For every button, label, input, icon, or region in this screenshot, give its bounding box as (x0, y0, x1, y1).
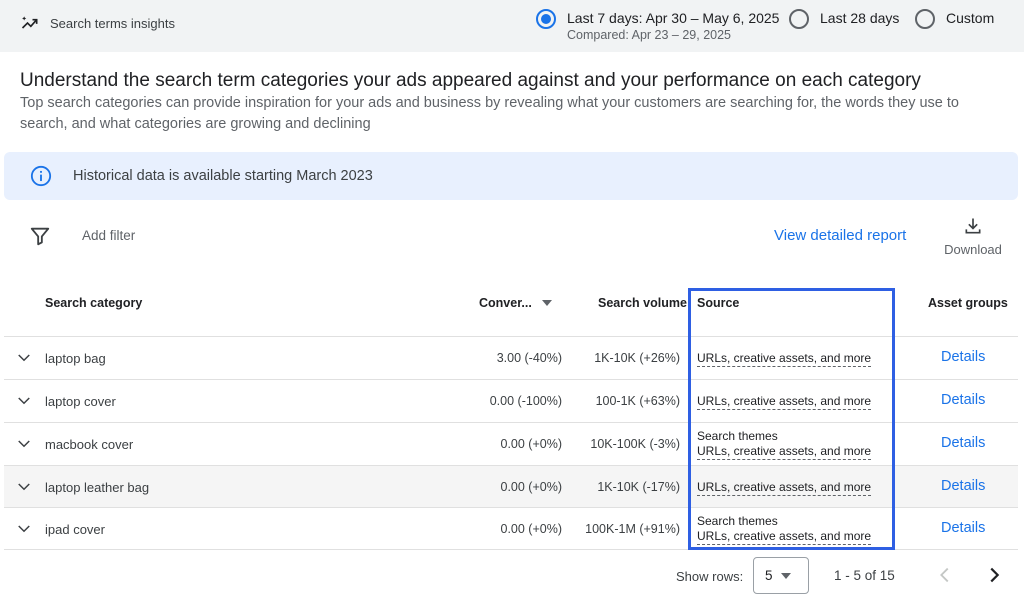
radio-last-7-days[interactable]: Last 7 days: Apr 30 – May 6, 2025 Compar… (536, 9, 779, 43)
top-bar: Search terms insights Last 7 days: Apr 3… (0, 0, 1024, 52)
download-icon (965, 218, 981, 234)
search-category-cell: laptop cover (45, 394, 116, 409)
table-row[interactable]: macbook cover 0.00 (+0%) 10K-100K (-3%) … (4, 422, 1018, 465)
source-urls-text[interactable]: URLs, creative assets, and more (697, 394, 872, 410)
source-cell: Search themes URLs, creative assets, and… (697, 514, 872, 545)
search-category-cell: ipad cover (45, 522, 105, 537)
rows-per-page-select[interactable]: 5 (753, 557, 809, 594)
conversions-cell: 0.00 (+0%) (500, 480, 563, 494)
details-link[interactable]: Details (941, 349, 985, 365)
info-banner: Historical data is available starting Ma… (4, 152, 1018, 200)
details-link[interactable]: Details (941, 520, 985, 536)
chevron-down-icon[interactable] (15, 478, 33, 496)
source-search-themes-text: Search themes (697, 429, 778, 443)
download-button[interactable]: Download (940, 216, 1006, 257)
banner-text: Historical data is available starting Ma… (73, 168, 373, 184)
download-label: Download (944, 242, 1002, 257)
search-category-cell: laptop bag (45, 351, 106, 366)
radio-unselected-icon (915, 9, 935, 29)
radio-label: Last 28 days (820, 10, 900, 26)
column-header-label: Conver... (479, 296, 532, 310)
source-urls-text[interactable]: URLs, creative assets, and more (697, 480, 872, 496)
chevron-down-icon[interactable] (15, 349, 33, 367)
search-volume-cell: 100-1K (+63%) (595, 394, 680, 408)
column-header-asset-groups[interactable]: Asset groups (928, 296, 1008, 310)
search-volume-cell: 10K-100K (-3%) (590, 437, 680, 451)
rows-per-page-value: 5 (765, 568, 773, 583)
chevron-down-icon[interactable] (15, 435, 33, 453)
page-title: Search terms insights (50, 15, 175, 31)
column-header-conversions[interactable]: Conver... (479, 296, 552, 310)
details-link[interactable]: Details (941, 478, 985, 494)
conversions-cell: 3.00 (-40%) (496, 351, 562, 365)
column-header-search-category[interactable]: Search category (45, 296, 142, 310)
source-cell: URLs, creative assets, and more (697, 480, 872, 496)
dropdown-arrow-icon (780, 572, 791, 579)
table-row[interactable]: laptop leather bag 0.00 (+0%) 1K-10K (-1… (4, 465, 1018, 508)
section-description: Top search categories can provide inspir… (20, 95, 959, 132)
table-row[interactable]: ipad cover 0.00 (+0%) 100K-1M (+91%) Sea… (4, 507, 1018, 550)
search-volume-cell: 1K-10K (+26%) (594, 351, 680, 365)
compared-range-text: Compared: Apr 23 – 29, 2025 (567, 28, 732, 42)
table-divider (4, 549, 1018, 550)
conversions-cell: 0.00 (-100%) (489, 394, 562, 408)
source-search-themes-text: Search themes (697, 514, 778, 528)
table-row[interactable]: laptop cover 0.00 (-100%) 100-1K (+63%) … (4, 379, 1018, 422)
source-cell: URLs, creative assets, and more (697, 394, 872, 410)
info-icon (30, 165, 52, 187)
search-volume-cell: 100K-1M (+91%) (585, 522, 680, 536)
view-detailed-report-link[interactable]: View detailed report (774, 227, 906, 244)
radio-selected-icon (536, 9, 556, 29)
column-header-search-volume[interactable]: Search volume (598, 296, 687, 310)
search-volume-cell: 1K-10K (-17%) (597, 480, 680, 494)
source-urls-text[interactable]: URLs, creative assets, and more (697, 351, 872, 367)
radio-custom[interactable]: Custom (915, 9, 994, 29)
search-category-cell: laptop leather bag (45, 480, 150, 495)
details-link[interactable]: Details (941, 392, 985, 408)
sort-descending-icon (541, 300, 552, 306)
trending-icon (21, 16, 38, 29)
chevron-down-icon[interactable] (15, 520, 33, 538)
section-heading: Understand the search term categories yo… (20, 70, 921, 91)
radio-label: Custom (946, 10, 995, 26)
page-title-group: Search terms insights (20, 13, 175, 33)
source-cell: Search themes URLs, creative assets, and… (697, 429, 872, 460)
chevron-down-icon[interactable] (15, 392, 33, 410)
pagination-range: 1 - 5 of 15 (834, 568, 895, 583)
source-cell: URLs, creative assets, and more (697, 351, 872, 367)
radio-unselected-icon (789, 9, 809, 29)
radio-label: Last 7 days: Apr 30 – May 6, 2025 (567, 10, 780, 26)
radio-last-28-days[interactable]: Last 28 days (789, 9, 899, 29)
show-rows-label: Show rows: (676, 569, 744, 584)
filter-icon[interactable] (29, 225, 51, 247)
chevron-right-icon[interactable] (983, 564, 1005, 586)
conversions-cell: 0.00 (+0%) (500, 522, 563, 536)
source-urls-text[interactable]: URLs, creative assets, and more (697, 444, 872, 460)
source-urls-text[interactable]: URLs, creative assets, and more (697, 529, 872, 545)
column-header-source[interactable]: Source (697, 296, 739, 310)
conversions-cell: 0.00 (+0%) (500, 437, 563, 451)
chevron-left-icon[interactable] (934, 564, 956, 586)
table-row[interactable]: laptop bag 3.00 (-40%) 1K-10K (+26%) URL… (4, 336, 1018, 379)
details-link[interactable]: Details (941, 435, 985, 451)
add-filter-button[interactable]: Add filter (82, 228, 135, 243)
search-category-cell: macbook cover (45, 437, 134, 452)
